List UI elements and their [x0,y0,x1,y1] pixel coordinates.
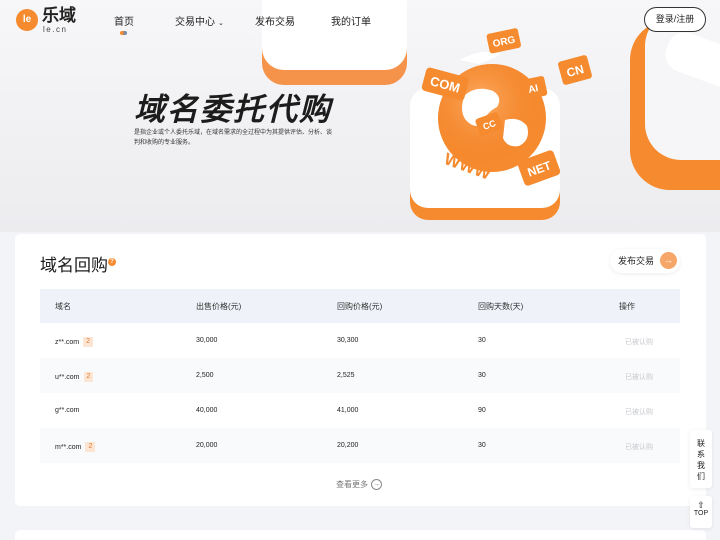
help-icon[interactable]: ? [108,258,116,266]
domain-name: m**.com [55,443,82,451]
nav-item-label: 首页 [114,17,134,28]
top-navbar: le 乐域 le.cn 首页 交易中心 ⌄ 发布交易 我的订单 登录/注册 [0,0,720,40]
next-section-panel [15,530,706,540]
buyback-price-cell: 41,000 [337,407,359,414]
nav-item-label: 发布交易 [255,17,295,28]
table-row: z**.com 2 30,000 30,300 30 已被认购 [40,323,680,358]
contact-char: 们 [697,472,705,481]
arrow-right-icon: → [660,252,677,269]
subscribed-button[interactable]: 已被认购 [625,442,653,452]
site-logo[interactable]: le 乐域 le.cn [16,6,80,36]
back-to-top-label: TOP [693,510,709,517]
publish-trade-label: 发布交易 [618,256,655,266]
buyback-price-cell: 2,525 [337,372,355,379]
nav-item-publish[interactable]: 发布交易 [255,13,295,28]
buyback-table: 域名 出售价格(元) 回购价格(元) 回购天数(天) 操作 z**.com 2 3… [40,289,680,463]
buyback-days-cell: 90 [478,407,486,414]
table-row: g**.com 40,000 41,000 90 已被认购 [40,393,680,428]
domain-name: z**.com [55,338,80,346]
buyback-days-cell: 30 [478,372,486,379]
domain-cell[interactable]: u**.com 2 [55,372,94,382]
nav-item-home[interactable]: 首页 [114,13,134,28]
logo-subtext: le.cn [43,25,68,34]
buyback-days-cell: 30 [478,337,486,344]
count-badge: 2 [83,372,94,382]
nav-item-label: 我的订单 [331,17,371,28]
column-header-action: 操作 [619,302,635,311]
domain-buyback-panel: 域名回购 ? 发布交易 → 域名 出售价格(元) 回购价格(元) 回购天数(天)… [15,234,706,506]
arrow-up-icon: ⇧ [697,500,705,510]
arrow-right-circle-icon: → [371,479,382,491]
contact-us-button[interactable]: 联 系 我 们 [690,430,712,488]
active-nav-indicator [120,31,127,35]
table-header: 域名 出售价格(元) 回购价格(元) 回购天数(天) 操作 [40,289,680,323]
back-to-top-button[interactable]: ⇧ TOP [690,496,712,528]
subscribed-button[interactable]: 已被认购 [625,407,653,417]
view-more-label: 查看更多 [336,480,368,489]
subscribed-button[interactable]: 已被认购 [625,337,653,347]
nav-item-my-orders[interactable]: 我的订单 [331,13,371,28]
logo-text: 乐域 [42,6,76,25]
contact-char: 我 [697,461,705,470]
domain-cell[interactable]: g**.com [55,407,80,414]
login-register-button[interactable]: 登录/注册 [644,7,706,32]
chevron-down-icon: ⌄ [218,20,224,27]
domain-cell[interactable]: z**.com 2 [55,337,94,347]
carousel-dots[interactable] [312,221,412,232]
subscribed-button[interactable]: 已被认购 [625,372,653,382]
column-header-buyback-days: 回购天数(天) [478,302,524,311]
contact-char: 联 [697,439,705,448]
nav-item-trade-center[interactable]: 交易中心 ⌄ [175,13,224,28]
sell-price-cell: 2,500 [196,372,214,379]
column-header-buyback-price: 回购价格(元) [337,302,383,311]
logo-mark-icon: le [16,9,38,31]
contact-char: 系 [697,450,705,459]
domain-name: g**.com [55,407,80,414]
table-row: m**.com 2 20,000 20,200 30 已被认购 [40,428,680,463]
domain-cell[interactable]: m**.com 2 [55,442,96,452]
view-more-link[interactable]: 查看更多 → [336,479,382,491]
count-badge: 2 [85,442,96,452]
buyback-price-cell: 30,300 [337,337,359,344]
domain-name: u**.com [55,373,80,381]
sell-price-cell: 40,000 [196,407,218,414]
count-badge: 2 [83,337,94,347]
publish-trade-button[interactable]: 发布交易 → [610,249,680,273]
table-row: u**.com 2 2,500 2,525 30 已被认购 [40,358,680,393]
panel-title: 域名回购 [40,256,108,275]
sell-price-cell: 30,000 [196,337,218,344]
buyback-price-cell: 20,200 [337,442,359,449]
column-header-domain: 域名 [55,302,71,311]
buyback-days-cell: 30 [478,442,486,449]
column-header-sell-price: 出售价格(元) [196,302,242,311]
nav-item-label: 交易中心 [175,17,215,28]
sell-price-cell: 20,000 [196,442,218,449]
